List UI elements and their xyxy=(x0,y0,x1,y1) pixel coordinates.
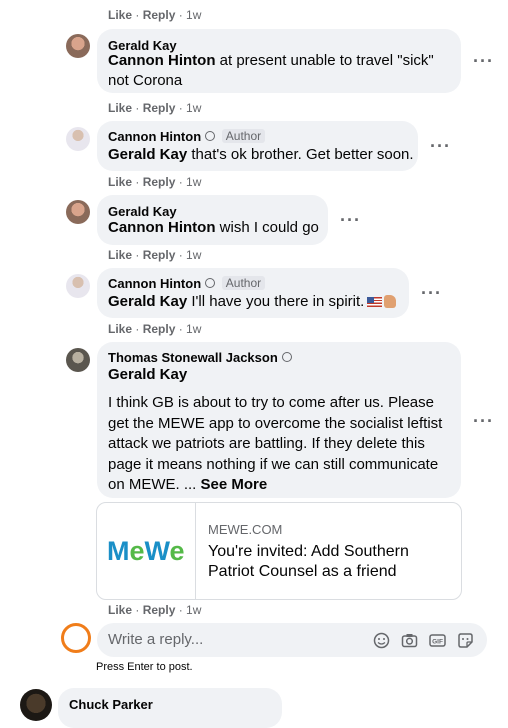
reply-link[interactable]: Reply xyxy=(143,248,176,262)
mewe-logo: MeWe xyxy=(107,536,185,566)
reply-link[interactable]: Reply xyxy=(143,175,176,189)
comment-author[interactable]: Thomas Stonewall Jackson xyxy=(108,350,292,365)
svg-text:GIF: GIF xyxy=(432,639,443,646)
mention-link[interactable]: Gerald Kay xyxy=(108,293,187,310)
gif-icon[interactable]: GIF xyxy=(429,632,446,649)
comment-actions: Like · Reply · 1w xyxy=(108,101,202,115)
comment-text: Cannon Hinton wish I could go xyxy=(108,219,319,236)
reply-link[interactable]: Reply xyxy=(143,101,176,115)
like-link[interactable]: Like xyxy=(108,603,132,617)
mention-link[interactable]: Cannon Hinton xyxy=(108,52,215,69)
more-options-icon[interactable]: ··· xyxy=(421,284,442,302)
comment-author[interactable]: Gerald Kay xyxy=(108,204,177,219)
user-avatar xyxy=(61,623,91,653)
mention-link[interactable]: Gerald Kay xyxy=(108,146,187,163)
author-badge: Author xyxy=(221,129,266,143)
comment-text: Gerald Kay that's ok brother. Get better… xyxy=(108,146,414,163)
avatar[interactable] xyxy=(66,348,90,372)
comment-bubble: Gerald Kay Cannon Hinton wish I could go xyxy=(97,195,328,245)
shield-icon xyxy=(281,352,292,362)
shield-icon xyxy=(205,131,216,141)
comment-bubble: Gerald Kay Cannon Hinton at present unab… xyxy=(97,29,461,93)
reply-input[interactable]: Write a reply... xyxy=(108,631,203,648)
shield-icon xyxy=(205,278,216,288)
timestamp: 1w xyxy=(186,101,202,115)
avatar[interactable] xyxy=(66,200,90,224)
more-options-icon[interactable]: ··· xyxy=(430,137,451,155)
comment-actions: Like · Reply · 1w xyxy=(108,603,202,617)
avatar[interactable] xyxy=(20,689,52,721)
comment-actions: Like · Reply · 1w xyxy=(108,322,202,336)
link-preview-card[interactable]: MeWe MEWE.COM You're invited: Add Southe… xyxy=(96,502,462,600)
sticker-icon[interactable] xyxy=(457,632,474,649)
emoji-icon[interactable] xyxy=(373,632,390,649)
more-options-icon[interactable]: ··· xyxy=(473,52,494,70)
timestamp: 1w xyxy=(186,175,202,189)
camera-icon[interactable] xyxy=(401,632,418,649)
more-options-icon[interactable]: ··· xyxy=(473,412,494,430)
timestamp: 1w xyxy=(186,8,202,22)
reply-input-container: Write a reply... GIF xyxy=(97,623,487,657)
reply-hint: Press Enter to post. xyxy=(96,661,193,673)
reply-link[interactable]: Reply xyxy=(143,603,176,617)
comment-actions: Like · Reply · 1w xyxy=(108,248,202,262)
mention-link[interactable]: Cannon Hinton xyxy=(108,219,215,236)
timestamp: 1w xyxy=(186,248,202,262)
comment-text: I think GB is about to try to come after… xyxy=(108,394,443,493)
comment-bubble: Thomas Stonewall Jackson Gerald Kay I th… xyxy=(97,342,461,498)
comment-actions: Like · Reply · 1w xyxy=(108,8,202,22)
like-link[interactable]: Like xyxy=(108,8,132,22)
like-link[interactable]: Like xyxy=(108,101,132,115)
like-link[interactable]: Like xyxy=(108,248,132,262)
comment-text: Cannon Hinton at present unable to trave… xyxy=(108,52,434,89)
thumbs-up-emoji-icon xyxy=(384,295,397,308)
mention-link[interactable]: Gerald Kay xyxy=(108,365,187,385)
avatar[interactable] xyxy=(66,34,90,58)
link-thumbnail: MeWe xyxy=(97,503,196,599)
timestamp: 1w xyxy=(186,322,202,336)
author-badge: Author xyxy=(221,276,266,290)
link-domain: MEWE.COM xyxy=(208,522,283,537)
comment-actions: Like · Reply · 1w xyxy=(108,175,202,189)
avatar[interactable] xyxy=(66,127,90,151)
reply-link[interactable]: Reply xyxy=(143,8,176,22)
reply-link[interactable]: Reply xyxy=(143,322,176,336)
comment-bubble: Cannon Hinton Author Gerald Kay I'll hav… xyxy=(97,268,409,318)
comment-text: Gerald Kay I'll have you there in spirit… xyxy=(108,292,397,312)
comment-bubble: Chuck Parker xyxy=(58,688,282,728)
like-link[interactable]: Like xyxy=(108,322,132,336)
comment-author[interactable]: Cannon Hinton Author xyxy=(108,129,266,144)
us-flag-emoji-icon xyxy=(367,297,383,307)
comment-bubble: Cannon Hinton Author Gerald Kay that's o… xyxy=(97,121,418,171)
timestamp: 1w xyxy=(186,603,202,617)
link-title: You're invited: Add Southern Patriot Cou… xyxy=(208,543,409,580)
like-link[interactable]: Like xyxy=(108,175,132,189)
comment-author[interactable]: Cannon Hinton Author xyxy=(108,276,266,291)
see-more-link[interactable]: See More xyxy=(201,476,268,493)
more-options-icon[interactable]: ··· xyxy=(340,211,361,229)
avatar[interactable] xyxy=(66,274,90,298)
